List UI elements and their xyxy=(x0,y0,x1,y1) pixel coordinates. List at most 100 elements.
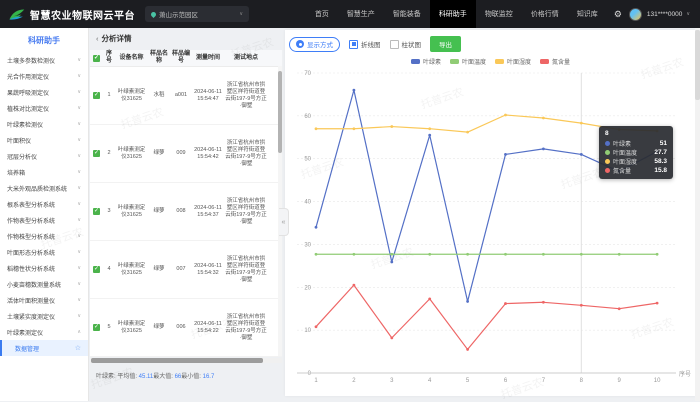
export-button[interactable]: 导出 xyxy=(430,36,461,52)
nav-menu-item[interactable]: 科研助手 xyxy=(430,0,476,28)
checkbox-checked-icon[interactable]: ✓ xyxy=(93,150,100,157)
data-point xyxy=(390,261,393,264)
location-select[interactable]: 萧山示范园区 ∨ xyxy=(145,6,249,22)
sidebar-item[interactable]: 土壤紧实度测定仪∨ xyxy=(0,308,88,324)
nav-menu: 首页智慧生产智能装备科研助手物联监控价格行情知识库 xyxy=(306,0,607,28)
data-point xyxy=(353,127,356,130)
back-arrow-icon[interactable]: ‹ xyxy=(96,34,99,43)
legend-item[interactable]: 叶绿素 xyxy=(411,57,441,66)
checkbox-checked-icon[interactable]: ✓ xyxy=(93,324,100,331)
sidebar-item[interactable]: 活体叶面积测量仪∨ xyxy=(0,292,88,308)
chevron-down-icon: ∨ xyxy=(77,57,81,63)
eye-icon xyxy=(296,40,304,48)
line-chart-label: 折线图 xyxy=(361,39,381,49)
series-dot-icon xyxy=(605,168,610,173)
nav-menu-item[interactable]: 智能装备 xyxy=(384,0,430,28)
breadcrumb[interactable]: ‹分析详情 xyxy=(96,33,132,44)
checkbox-checked-icon[interactable]: ✓ xyxy=(93,266,100,273)
x-axis-tick-label: 1 xyxy=(314,378,318,384)
table-cell: 浙江省杭州市拱墅区祥符街道登云街197-9号方正·御墅 xyxy=(224,256,268,284)
sidebar-item[interactable]: 植株对比测定仪∨ xyxy=(0,100,88,116)
sidebar-item[interactable]: 稻穗性状分析系统∨ xyxy=(0,260,88,276)
table-row[interactable]: ✓3叶绿素测定仪31625绿萝0082024-06-11 15:54:37浙江省… xyxy=(90,183,282,241)
scrollbar-thumb[interactable] xyxy=(91,358,263,363)
table-row[interactable]: ✓2叶绿素测定仪31625绿萝0092024-06-11 15:54:42浙江省… xyxy=(90,125,282,183)
legend-item[interactable]: 叶面湿度 xyxy=(495,57,531,66)
row-checkbox-cell: ✓ xyxy=(90,92,103,99)
gear-icon[interactable]: ⚙ xyxy=(614,9,622,20)
chevron-down-icon: ∨ xyxy=(77,233,81,239)
table-horizontal-scrollbar[interactable] xyxy=(90,358,282,363)
table-row[interactable]: ✓1叶绿素测定仪31625水稻a0012024-06-11 15:54:47浙江… xyxy=(90,67,282,125)
data-point xyxy=(390,125,393,128)
brand-title: 智慧农业物联网云平台 xyxy=(30,7,135,22)
avatar[interactable] xyxy=(629,8,642,21)
nav-menu-item[interactable]: 智慧生产 xyxy=(338,0,384,28)
sidebar-item-label: 土壤多参数检测仪 xyxy=(7,56,55,65)
collapse-panel-handle[interactable]: « xyxy=(279,208,289,236)
table-header-cell: 测试地点 xyxy=(224,55,268,62)
nav-username[interactable]: 131****0000 xyxy=(647,11,682,18)
sidebar-item-label: 光合作用测定仪 xyxy=(7,72,49,81)
checkbox-unchecked-icon xyxy=(390,40,399,49)
checkbox-checked-icon[interactable]: ✓ xyxy=(93,92,100,99)
sidebar-item[interactable]: 冠层分析仪∨ xyxy=(0,148,88,164)
table-row[interactable]: ✓5叶绿素测定仪31625绿萝0062024-06-11 15:54:22浙江省… xyxy=(90,299,282,357)
x-axis-name: 序号 xyxy=(679,370,691,378)
line-chart[interactable]: 01020304050607012345678910序号 xyxy=(285,68,696,396)
nav-menu-item[interactable]: 物联监控 xyxy=(476,0,522,28)
sidebar-item[interactable]: 大米外观品质检测系统∨ xyxy=(0,180,88,196)
page-scrollbar[interactable] xyxy=(695,28,700,401)
chevron-down-icon: ∨ xyxy=(686,11,690,17)
sidebar-item[interactable]: 土壤多参数检测仪 ∨ xyxy=(0,52,88,68)
y-axis-tick-label: 20 xyxy=(304,285,311,291)
sidebar-item-label: 叶绿素检测仪 xyxy=(7,120,43,129)
data-point xyxy=(390,336,393,339)
data-point xyxy=(504,114,507,117)
sidebar-item-label: 稻穗性状分析系统 xyxy=(7,264,55,273)
sidebar-item[interactable]: 叶绿素检测仪 ∨ xyxy=(0,116,88,132)
data-point xyxy=(542,301,545,304)
data-point xyxy=(315,253,318,256)
star-icon[interactable]: ☆ xyxy=(75,344,81,352)
table-header-cell: 样品名称 xyxy=(148,51,170,65)
table-row[interactable]: ✓4叶绿素测定仪31625绿萝0072024-06-11 15:54:32浙江省… xyxy=(90,241,282,299)
line-chart-checkbox[interactable]: 折线图 xyxy=(349,39,381,49)
location-pin-icon xyxy=(150,10,157,17)
sidebar-item[interactable]: 根系表型分析系统∨ xyxy=(0,196,88,212)
sidebar-item[interactable]: 果蔬呼吸测定仪∨ xyxy=(0,84,88,100)
legend-item[interactable]: 氮含量 xyxy=(540,57,570,66)
sidebar-item[interactable]: 叶面积仪∨ xyxy=(0,132,88,148)
sidebar-item[interactable]: 叶面形态分析系统∨ xyxy=(0,244,88,260)
chevron-down-icon: ∨ xyxy=(77,121,81,127)
nav-menu-item[interactable]: 价格行情 xyxy=(522,0,568,28)
scrollbar-thumb[interactable] xyxy=(695,30,700,100)
checkbox-checked-icon[interactable]: ✓ xyxy=(93,208,100,215)
table-cell: 2024-06-11 15:54:32 xyxy=(192,263,224,277)
sidebar-item-label: 活体叶面积测量仪 xyxy=(7,296,55,305)
display-mode-button[interactable]: 显示方式 xyxy=(289,37,340,52)
sidebar-item[interactable]: 培养箱∨ xyxy=(0,164,88,180)
checkbox-checked-icon[interactable]: ✓ xyxy=(93,55,100,62)
bar-chart-checkbox[interactable]: 柱状图 xyxy=(390,39,422,49)
nav-menu-item[interactable]: 首页 xyxy=(306,0,338,28)
sidebar-item[interactable]: 作物表型分析系统∨ xyxy=(0,212,88,228)
data-point xyxy=(390,253,393,256)
x-axis-tick-label: 5 xyxy=(466,378,470,384)
table-header-cell: 样品编号 xyxy=(170,51,192,65)
bar-chart-label: 柱状图 xyxy=(402,39,422,49)
tooltip-rows: 叶绿素51叶面温度27.7叶面湿度58.3氮含量15.8 xyxy=(605,139,667,175)
data-point xyxy=(353,253,356,256)
scrollbar-thumb[interactable] xyxy=(278,71,282,153)
sidebar-subitem-active[interactable]: 数据管理☆ xyxy=(0,340,88,356)
table-header-cell: 测量时间 xyxy=(192,55,224,62)
y-axis-tick-label: 60 xyxy=(304,114,311,120)
sidebar-item[interactable]: 小麦亩穗数测量系统∨ xyxy=(0,276,88,292)
sidebar-item[interactable]: 叶绿素测定仪∧ xyxy=(0,324,88,340)
legend-item[interactable]: 叶面温度 xyxy=(450,57,486,66)
sidebar-item[interactable]: 作物株型分析系统∨ xyxy=(0,228,88,244)
sidebar-item[interactable]: 光合作用测定仪∨ xyxy=(0,68,88,84)
data-point xyxy=(618,307,621,310)
tooltip-series-value: 15.8 xyxy=(654,167,667,174)
nav-menu-item[interactable]: 知识库 xyxy=(568,0,607,28)
